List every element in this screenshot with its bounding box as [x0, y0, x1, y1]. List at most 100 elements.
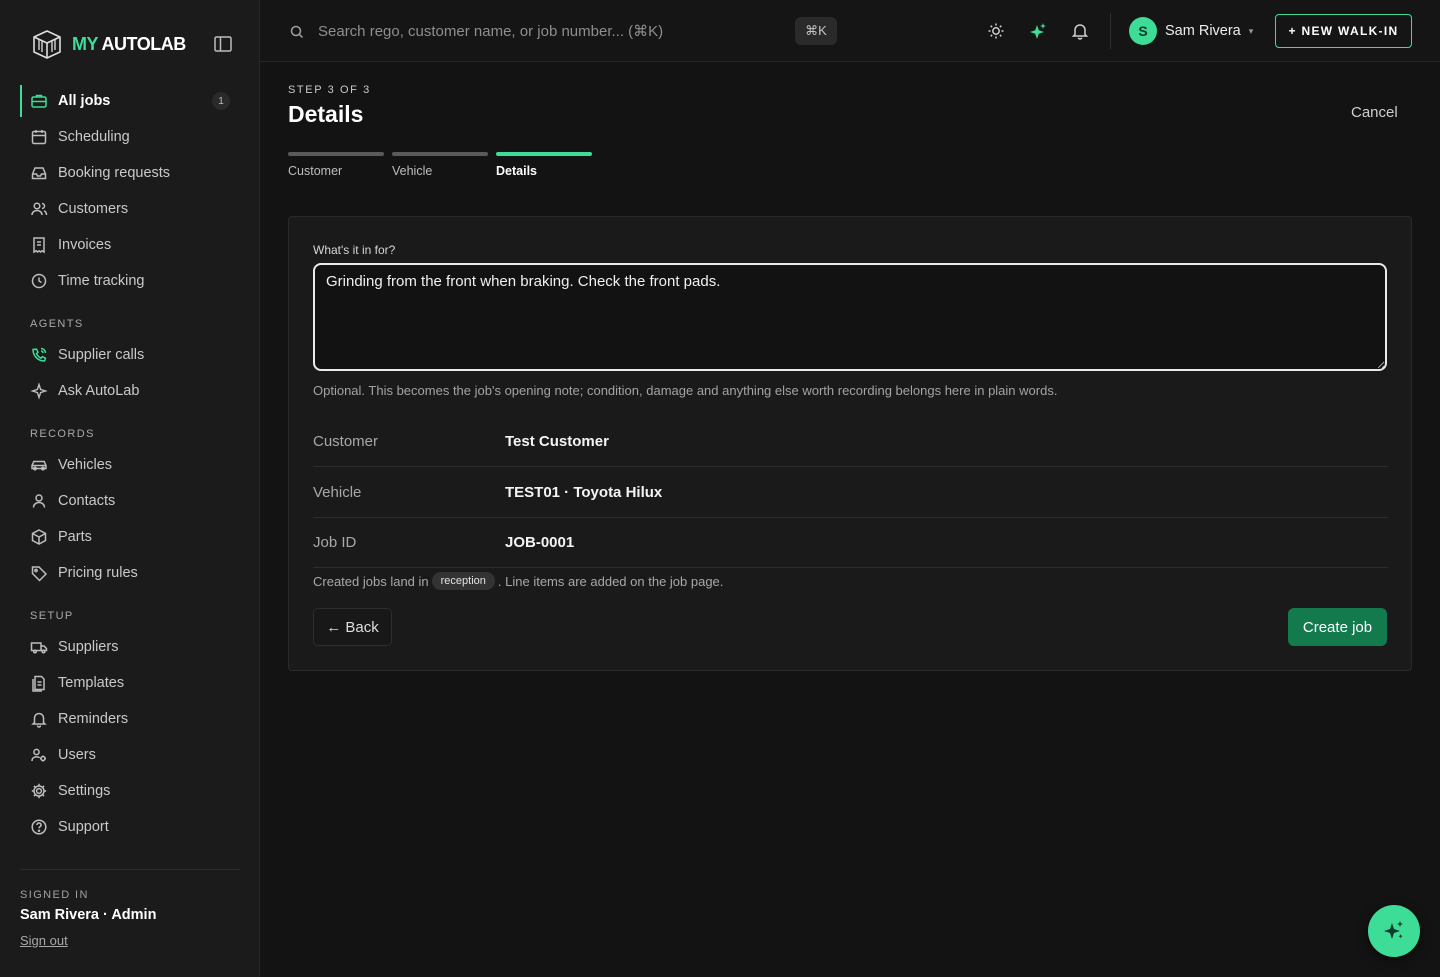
topbar: ⌘K S Sam Rivera ▾ + NEW WALK-IN — [260, 0, 1440, 62]
sidebar-item-settings[interactable]: Settings — [20, 773, 240, 809]
step-details[interactable]: Details — [496, 152, 592, 178]
sidebar-item-booking-requests[interactable]: Booking requests — [20, 155, 240, 191]
car-icon — [30, 456, 48, 474]
section-title-records: RECORDS — [30, 428, 95, 440]
briefcase-icon — [30, 92, 48, 110]
topbar-divider — [1110, 13, 1111, 49]
step-progress-bar — [392, 152, 488, 156]
sidebar: MY AUTOLAB All jobs 1 Scheduling Booking… — [0, 0, 260, 977]
section-title-agents: AGENTS — [30, 318, 84, 330]
box-icon — [30, 528, 48, 546]
back-button[interactable]: ← Back — [313, 608, 392, 646]
search-input[interactable] — [318, 18, 788, 44]
step-label: Details — [496, 164, 537, 178]
ai-assistant-button[interactable] — [1368, 905, 1420, 957]
sign-out-link[interactable]: Sign out — [20, 933, 68, 948]
sidebar-item-label: Reminders — [58, 711, 129, 727]
job-summary: Customer Test Customer Vehicle TEST01 · … — [313, 416, 1388, 568]
calendar-icon — [30, 128, 48, 146]
signed-in-label: SIGNED IN — [20, 889, 89, 901]
sidebar-item-label: Contacts — [58, 493, 116, 509]
ai-sparkle-icon[interactable] — [1028, 21, 1048, 41]
info-note: Created jobs land in reception . Line it… — [313, 572, 723, 590]
sidebar-item-invoices[interactable]: Invoices — [20, 227, 240, 263]
sidebar-item-label: Pricing rules — [58, 565, 138, 581]
sidebar-item-label: Parts — [58, 529, 92, 545]
step-progress-bar — [288, 152, 384, 156]
status-badge: reception — [431, 572, 495, 590]
sidebar-item-scheduling[interactable]: Scheduling — [20, 119, 240, 155]
summary-key: Customer — [313, 432, 379, 450]
notifications-bell-icon[interactable] — [1070, 21, 1090, 41]
sidebar-item-support[interactable]: Support — [20, 809, 240, 845]
sidebar-item-label: Scheduling — [58, 129, 130, 145]
summary-row-vehicle: Vehicle TEST01 · Toyota Hilux — [313, 467, 1388, 518]
sidebar-item-vehicles[interactable]: Vehicles — [20, 447, 240, 483]
user-menu[interactable]: S Sam Rivera ▾ — [1129, 16, 1253, 46]
cancel-button[interactable]: Cancel — [1351, 104, 1398, 121]
sidebar-item-label: Settings — [58, 783, 111, 799]
summary-value: Test Customer — [505, 432, 609, 450]
inbox-icon — [30, 164, 48, 182]
user-icon — [30, 492, 48, 510]
summary-row-customer: Customer Test Customer — [313, 416, 1388, 467]
sidebar-item-supplier-calls[interactable]: Supplier calls — [20, 337, 240, 373]
sidebar-item-time-tracking[interactable]: Time tracking — [20, 263, 240, 299]
note-suffix: . Line items are added on the job page. — [497, 573, 724, 589]
phone-call-icon — [30, 346, 48, 364]
note-prefix: Created jobs land in — [313, 573, 429, 589]
sidebar-item-label: Suppliers — [58, 639, 119, 655]
reason-textarea[interactable]: Grinding from the front when braking. Ch… — [313, 263, 1387, 371]
wizard-stepper: Customer Vehicle Details — [288, 152, 600, 178]
search-icon — [290, 25, 304, 39]
sparkle-icon — [30, 382, 48, 400]
sidebar-item-users[interactable]: Users — [20, 737, 240, 773]
clock-icon — [30, 272, 48, 290]
bell-icon — [30, 710, 48, 728]
autolab-logo-icon — [33, 30, 61, 59]
sidebar-item-label: Ask AutoLab — [58, 383, 140, 399]
step-label: Customer — [288, 164, 343, 178]
step-customer[interactable]: Customer — [288, 152, 384, 178]
sun-icon[interactable] — [986, 21, 1006, 41]
step-label: Vehicle — [392, 164, 433, 178]
step-indicator: STEP 3 OF 3 — [288, 84, 371, 96]
new-walk-in-button[interactable]: + NEW WALK-IN — [1275, 14, 1412, 48]
sidebar-item-suppliers[interactable]: Suppliers — [20, 629, 240, 665]
avatar: S — [1129, 17, 1157, 45]
sidebar-item-pricing-rules[interactable]: Pricing rules — [20, 555, 240, 591]
sidebar-item-customers[interactable]: Customers — [20, 191, 240, 227]
signed-in-user: Sam Rivera · Admin — [20, 907, 157, 923]
sidebar-item-label: Time tracking — [58, 273, 145, 289]
sidebar-item-label: Invoices — [58, 237, 112, 253]
chevron-down-icon: ▾ — [1248, 25, 1254, 36]
summary-value: TEST01 · Toyota Hilux — [505, 483, 663, 501]
sidebar-item-ask-autolab[interactable]: Ask AutoLab — [20, 373, 240, 409]
sidebar-item-parts[interactable]: Parts — [20, 519, 240, 555]
gear-icon — [30, 782, 48, 800]
sidebar-item-templates[interactable]: Templates — [20, 665, 240, 701]
create-job-button[interactable]: Create job — [1288, 608, 1387, 646]
sidebar-item-label: Supplier calls — [58, 347, 145, 363]
step-progress-bar — [496, 152, 592, 156]
sidebar-nav: All jobs 1 Scheduling Booking requests C… — [20, 83, 240, 845]
brand[interactable]: MY AUTOLAB — [30, 28, 186, 60]
help-circle-icon — [30, 818, 48, 836]
sidebar-item-reminders[interactable]: Reminders — [20, 701, 240, 737]
job-count-badge: 1 — [212, 92, 230, 110]
summary-key: Job ID — [313, 534, 357, 551]
summary-value: JOB-0001 — [505, 534, 575, 551]
shortcut-hint: ⌘K — [795, 17, 837, 45]
sidebar-item-label: Users — [58, 747, 96, 763]
sidebar-collapse-icon[interactable] — [213, 35, 233, 53]
sidebar-item-contacts[interactable]: Contacts — [20, 483, 240, 519]
users-icon — [30, 200, 48, 218]
brand-my: MY — [72, 33, 98, 54]
details-card: What's it in for? Grinding from the fron… — [288, 216, 1412, 671]
sidebar-item-label: Templates — [58, 675, 125, 691]
summary-key: Vehicle — [313, 483, 362, 501]
reason-help-text: Optional. This becomes the job's opening… — [313, 383, 1058, 398]
sidebar-item-label: Customers — [58, 201, 129, 217]
sidebar-item-all-jobs[interactable]: All jobs 1 — [20, 83, 240, 119]
step-vehicle[interactable]: Vehicle — [392, 152, 488, 178]
